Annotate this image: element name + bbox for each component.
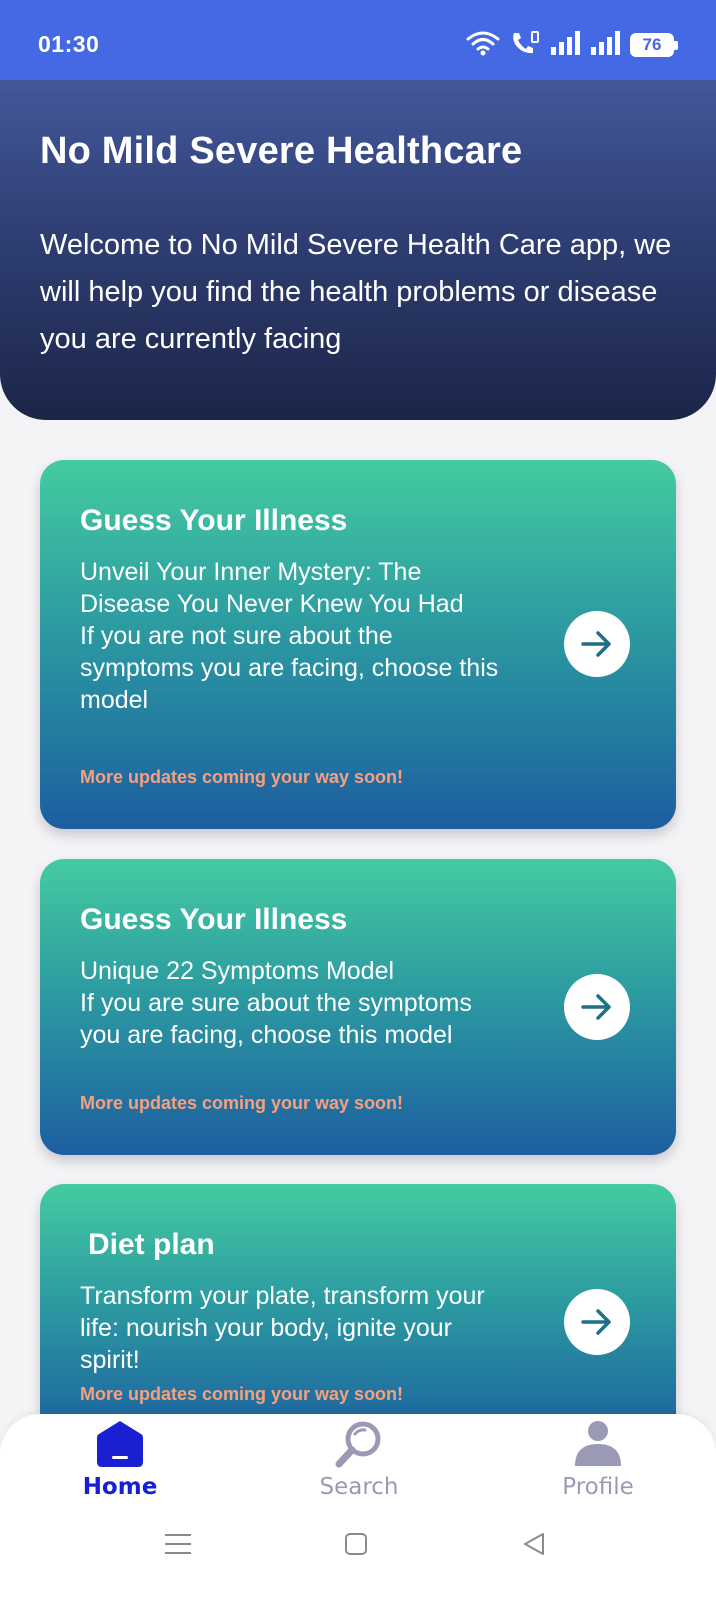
card-guess-illness-22-symptoms[interactable]: Guess Your Illness Unique 22 Symptoms Mo… [40, 859, 676, 1155]
app-description: Welcome to No Mild Severe Health Care ap… [40, 229, 672, 355]
nav-home-label: Home [82, 1474, 158, 1500]
battery-icon: 76 [630, 33, 678, 57]
arrow-right-icon [581, 631, 611, 657]
arrow-right-icon [581, 994, 611, 1020]
card-note: More updates coming your way soon! [80, 767, 404, 787]
card-title: Guess Your Illness [80, 903, 348, 936]
app-title: No Mild Severe Healthcare [40, 130, 523, 172]
nav-home[interactable]: Home [40, 1414, 200, 1524]
card-title: Guess Your Illness [80, 504, 348, 537]
search-icon [334, 1418, 384, 1468]
card-arrow-button[interactable] [564, 974, 630, 1040]
card-diet-plan[interactable]: Diet plan Transform your plate, transfor… [40, 1184, 676, 1444]
home-icon [95, 1418, 145, 1468]
menu-icon [165, 1534, 191, 1554]
wifi-icon [466, 30, 500, 61]
card-description: Unveil Your Inner Mystery: The Disease Y… [80, 558, 499, 714]
status-time: 01:30 [38, 31, 100, 57]
card-arrow-button[interactable] [564, 1289, 630, 1355]
recent-apps-button[interactable] [158, 1524, 198, 1564]
status-icons: 76 [466, 28, 678, 62]
system-navigation-bar [0, 1524, 716, 1584]
card-description: Transform your plate, transform your lif… [80, 1282, 485, 1374]
profile-icon [573, 1418, 623, 1468]
card-description: Unique 22 Symptoms Model If you are sure… [80, 957, 472, 1049]
back-triangle-icon [524, 1533, 544, 1555]
nav-search[interactable]: Search [279, 1414, 439, 1524]
card-guess-illness-unknown[interactable]: Guess Your Illness Unveil Your Inner Mys… [40, 460, 676, 829]
arrow-right-icon [581, 1309, 611, 1335]
nav-profile-label: Profile [562, 1474, 634, 1500]
card-title: Diet plan [88, 1228, 215, 1261]
call-icon [510, 30, 540, 61]
signal-icon [550, 30, 580, 60]
square-icon [345, 1533, 367, 1555]
nav-search-label: Search [319, 1474, 399, 1500]
nav-profile[interactable]: Profile [518, 1414, 678, 1524]
header-banner: No Mild Severe Healthcare Welcome to No … [0, 80, 716, 420]
card-note: More updates coming your way soon! [80, 1384, 404, 1404]
system-back-button[interactable] [514, 1524, 554, 1564]
card-arrow-button[interactable] [564, 611, 630, 677]
battery-level: 76 [642, 35, 662, 54]
card-note: More updates coming your way soon! [80, 1093, 404, 1113]
system-home-button[interactable] [336, 1524, 376, 1564]
status-bar: 01:30 76 [0, 0, 716, 80]
signal-icon [590, 30, 620, 60]
